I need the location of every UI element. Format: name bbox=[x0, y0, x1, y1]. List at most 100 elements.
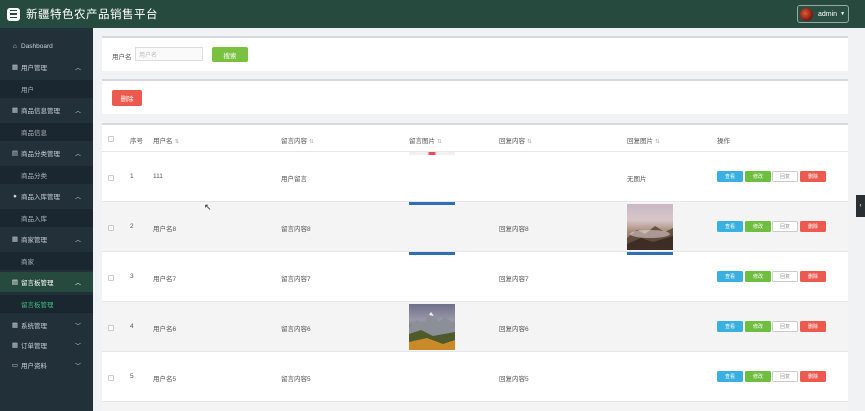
view-button[interactable]: 查看 bbox=[717, 271, 743, 282]
pin-icon: ● bbox=[13, 192, 17, 200]
user-icon: ▭ bbox=[11, 362, 19, 369]
reply-button[interactable]: 回复 bbox=[772, 171, 798, 182]
table-header: 序号 用户名 ⇅ 留言内容 ⇅ 留言图片 ⇅ 回复内容 ⇅ 回复图片 ⇅ 操作 bbox=[102, 125, 848, 152]
delete-button[interactable]: 删除 bbox=[800, 271, 826, 282]
reply-button[interactable]: 回复 bbox=[772, 221, 798, 232]
row-checkbox[interactable] bbox=[108, 375, 114, 381]
sidebar-item-label: 订单管理 bbox=[21, 343, 47, 350]
sidebar-item-label: 商品入库管理 bbox=[21, 194, 60, 201]
mouse-cursor-icon: ↖ bbox=[204, 202, 212, 212]
message-image-partial bbox=[409, 202, 455, 205]
sidebar: ⌂ Dashboard ▦ 用户管理 ︿ 用户 ▦ 商品信息管理 ︿ 商品信息 … bbox=[0, 28, 93, 411]
grid-icon: ▦ bbox=[11, 64, 19, 71]
delete-button[interactable]: 删除 bbox=[800, 221, 826, 232]
cell-index: 1 bbox=[130, 173, 134, 180]
sidebar-item-orders[interactable]: ▦ 订单管理 ﹀ bbox=[0, 335, 93, 355]
reply-image-partial bbox=[627, 252, 673, 255]
table-row: 3 用户名7 留言内容7 回复内容7 查看 修改 回复 删除 bbox=[102, 252, 848, 302]
header-username[interactable]: 用户名 ⇅ bbox=[153, 135, 179, 145]
cell-content: 用户留言 bbox=[281, 176, 307, 183]
select-all-checkbox[interactable] bbox=[108, 136, 114, 142]
sidebar-subitem-category[interactable]: 商品分类 bbox=[0, 166, 93, 184]
reply-button[interactable]: 回复 bbox=[772, 371, 798, 382]
message-table: 序号 用户名 ⇅ 留言内容 ⇅ 留言图片 ⇅ 回复内容 ⇅ 回复图片 ⇅ 操作 1 111… bbox=[102, 123, 848, 411]
header-index: 序号 bbox=[130, 138, 143, 145]
app-title: 新疆特色农产品销售平台 bbox=[26, 9, 158, 21]
row-checkbox[interactable] bbox=[108, 225, 114, 231]
row-checkbox[interactable] bbox=[108, 275, 114, 281]
sidebar-subitem-message-board[interactable]: 留言板管理 bbox=[0, 295, 93, 313]
table-row bbox=[102, 402, 848, 411]
cell-reply: 回复内容6 bbox=[499, 326, 529, 333]
home-icon: ⌂ bbox=[13, 42, 17, 50]
message-image-partial bbox=[409, 252, 455, 255]
sidebar-subitem-users[interactable]: 用户 bbox=[0, 80, 93, 98]
cell-content: 留言内容7 bbox=[281, 276, 311, 283]
edit-button[interactable]: 修改 bbox=[745, 221, 771, 232]
chevron-up-icon: ︿ bbox=[74, 280, 81, 287]
header-image[interactable]: 留言图片 ⇅ bbox=[409, 135, 442, 145]
sidebar-subitem-product-info[interactable]: 商品信息 bbox=[0, 123, 93, 141]
sidebar-item-label: 商品分类管理 bbox=[21, 151, 60, 158]
sidebar-subitem-stock-in[interactable]: 商品入库 bbox=[0, 209, 93, 227]
sidebar-subitem-merchant[interactable]: 商家 bbox=[0, 252, 93, 270]
row-checkbox[interactable] bbox=[108, 325, 114, 331]
chevron-down-icon: ▼ bbox=[840, 11, 846, 17]
message-image[interactable] bbox=[409, 304, 455, 350]
chevron-up-icon: ︿ bbox=[74, 108, 81, 115]
sidebar-item-merchant[interactable]: ▦ 商家管理 ︿ bbox=[0, 229, 93, 249]
sidebar-item-label: 系统管理 bbox=[21, 323, 47, 330]
header-reply-image[interactable]: 回复图片 ⇅ bbox=[627, 135, 660, 145]
sidebar-item-label: 用户资料 bbox=[21, 363, 47, 370]
header-reply-image-label: 回复图片 bbox=[627, 138, 653, 145]
sidebar-item-message-board[interactable]: ▤ 留言板管理 ︿ bbox=[0, 272, 93, 292]
cell-index: 4 bbox=[130, 323, 134, 330]
reply-image[interactable] bbox=[627, 204, 673, 250]
view-button[interactable]: 查看 bbox=[717, 221, 743, 232]
cell-username: 用户名6 bbox=[153, 326, 177, 333]
cell-content: 留言内容5 bbox=[281, 376, 311, 383]
user-menu-button[interactable]: admin ▼ bbox=[797, 5, 849, 23]
search-input[interactable]: 用户名 bbox=[135, 47, 203, 61]
grid-icon: ▦ bbox=[11, 342, 19, 349]
edit-button[interactable]: 修改 bbox=[745, 371, 771, 382]
sidebar-item-dashboard[interactable]: ⌂ Dashboard bbox=[0, 36, 93, 56]
row-checkbox[interactable] bbox=[108, 175, 114, 181]
chevron-up-icon: ︿ bbox=[74, 194, 81, 201]
header-content[interactable]: 留言内容 ⇅ bbox=[281, 135, 314, 145]
view-button[interactable]: 查看 bbox=[717, 321, 743, 332]
grid-icon: ▦ bbox=[11, 107, 19, 114]
sidebar-item-stock-in[interactable]: ● 商品入库管理 ︿ bbox=[0, 186, 93, 206]
header-reply[interactable]: 回复内容 ⇅ bbox=[499, 135, 532, 145]
sidebar-item-category[interactable]: ▤ 商品分类管理 ︿ bbox=[0, 143, 93, 163]
sidebar-item-product-info[interactable]: ▦ 商品信息管理 ︿ bbox=[0, 100, 93, 120]
action-panel: 删除 bbox=[102, 79, 848, 114]
sidebar-item-user-management[interactable]: ▦ 用户管理 ︿ bbox=[0, 57, 93, 77]
delete-button[interactable]: 删除 bbox=[800, 171, 826, 182]
reply-button[interactable]: 回复 bbox=[772, 321, 798, 332]
edit-button[interactable]: 修改 bbox=[745, 271, 771, 282]
search-button[interactable]: 搜索 bbox=[212, 47, 248, 62]
header-content-label: 留言内容 bbox=[281, 138, 307, 145]
table-row: 4 用户名6 留言内容6 回复内容6 查看 修改 回复 删除 bbox=[102, 302, 848, 352]
menu-toggle-button[interactable] bbox=[7, 7, 20, 21]
edit-button[interactable]: 修改 bbox=[745, 171, 771, 182]
delete-button[interactable]: 删除 bbox=[800, 371, 826, 382]
cell-reply-image-text: 无图片 bbox=[627, 176, 647, 183]
sidebar-item-profile[interactable]: ▭ 用户资料 ﹀ bbox=[0, 355, 93, 375]
view-button[interactable]: 查看 bbox=[717, 171, 743, 182]
header-image-label: 留言图片 bbox=[409, 138, 435, 145]
delete-button[interactable]: 删除 bbox=[800, 321, 826, 332]
cell-index: 5 bbox=[130, 373, 134, 380]
sidebar-item-label: 留言板管理 bbox=[21, 280, 54, 287]
reply-button[interactable]: 回复 bbox=[772, 271, 798, 282]
sort-icon: ⇅ bbox=[655, 139, 660, 145]
side-panel-toggle[interactable]: ‹ bbox=[856, 195, 865, 217]
batch-delete-button[interactable]: 删除 bbox=[112, 90, 142, 106]
edit-button[interactable]: 修改 bbox=[745, 321, 771, 332]
sidebar-item-label: Dashboard bbox=[21, 42, 53, 50]
view-button[interactable]: 查看 bbox=[717, 371, 743, 382]
cell-username: 用户名7 bbox=[153, 276, 177, 283]
sidebar-item-system[interactable]: ▦ 系统管理 ﹀ bbox=[0, 315, 93, 335]
table-row: 1 111 用户留言 无图片 查看 修改 回复 删除 bbox=[102, 152, 848, 202]
